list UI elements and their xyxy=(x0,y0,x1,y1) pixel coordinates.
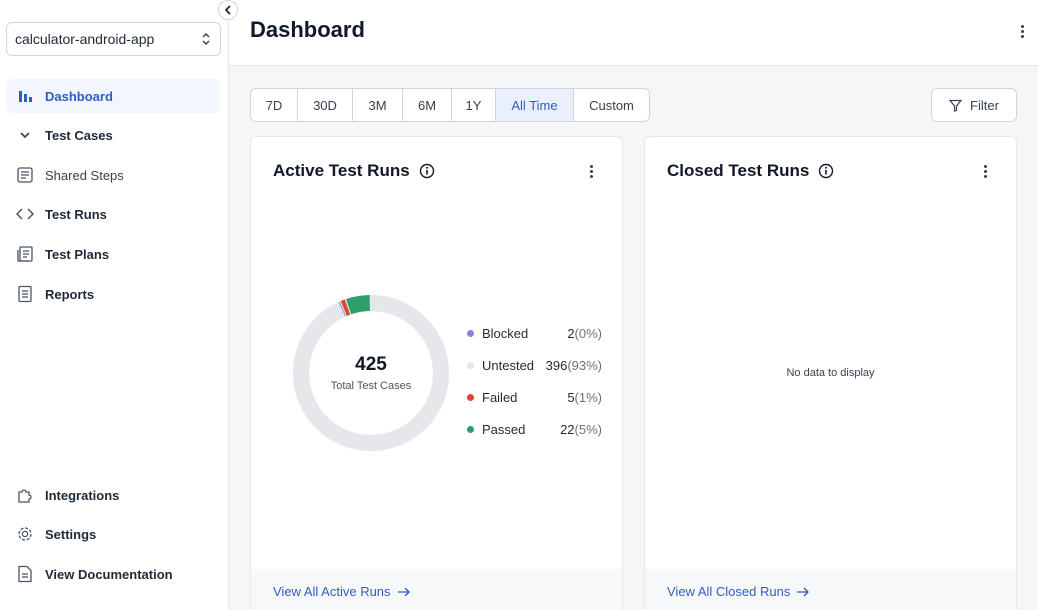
document-icon xyxy=(14,563,36,585)
card-more-options-icon[interactable] xyxy=(583,161,599,181)
legend-count: 22 xyxy=(560,421,575,437)
legend-percent: (1%) xyxy=(574,389,602,405)
link-text: View All Active Runs xyxy=(273,584,391,599)
chevron-updown-icon xyxy=(200,31,212,47)
document-stack-icon xyxy=(14,243,36,265)
project-select[interactable]: calculator-android-app xyxy=(6,22,221,56)
closed-test-runs-card: Closed Test Runs No data to display View… xyxy=(644,136,1017,610)
legend-item-untested: Untested 396 (93%) xyxy=(467,349,602,381)
more-options-icon[interactable] xyxy=(1014,21,1030,41)
sidebar-item-test-runs[interactable]: Test Runs xyxy=(6,197,220,231)
legend-name: Untested xyxy=(482,357,535,373)
sidebar-item-label: Test Runs xyxy=(45,206,107,222)
active-test-runs-card: Active Test Runs 425 Total Test Cases Bl… xyxy=(250,136,623,610)
range-3m-button[interactable]: 3M xyxy=(353,89,403,121)
range-all-time-button[interactable]: All Time xyxy=(496,89,574,121)
chevron-down-icon xyxy=(14,124,36,146)
arrow-right-icon xyxy=(796,587,810,597)
card-footer: View All Active Runs xyxy=(251,569,622,610)
sidebar-item-label: Integrations xyxy=(45,487,120,503)
sidebar-item-label: Settings xyxy=(45,526,97,542)
range-7d-button[interactable]: 7D xyxy=(251,89,298,121)
legend-dot xyxy=(467,425,474,433)
report-icon xyxy=(14,283,36,305)
bar-chart-icon xyxy=(14,85,36,107)
card-title-text: Active Test Runs xyxy=(273,161,410,180)
legend-count: 5 xyxy=(567,389,575,405)
card-title: Closed Test Runs xyxy=(667,161,834,181)
legend-name: Failed xyxy=(482,389,518,405)
range-6m-button[interactable]: 6M xyxy=(403,89,452,121)
page-title: Dashboard xyxy=(250,17,365,42)
range-custom-button[interactable]: Custom xyxy=(574,89,649,121)
filter-icon xyxy=(949,99,963,112)
total-test-cases-label: Total Test Cases xyxy=(330,380,412,392)
sidebar-item-settings[interactable]: Settings xyxy=(6,517,220,551)
legend-name: Blocked xyxy=(482,325,529,341)
code-brackets-icon xyxy=(14,203,36,225)
info-icon[interactable] xyxy=(818,163,834,179)
legend-percent: (5%) xyxy=(574,421,602,437)
puzzle-icon xyxy=(14,484,36,506)
filter-label: Filter xyxy=(970,97,999,113)
card-title-text: Closed Test Runs xyxy=(667,161,810,180)
view-all-closed-runs-link[interactable]: View All Closed Runs xyxy=(667,584,810,599)
sidebar-item-label: Test Plans xyxy=(45,246,110,262)
legend-item-failed: Failed 5 (1%) xyxy=(467,381,602,413)
sidebar-item-shared-steps[interactable]: Shared Steps xyxy=(6,158,220,192)
sidebar-item-test-plans[interactable]: Test Plans xyxy=(6,237,220,271)
empty-state-text: No data to display xyxy=(786,367,875,379)
legend-name: Passed xyxy=(482,421,526,437)
sidebar-item-label: View Documentation xyxy=(45,566,173,582)
top-bar: Dashboard xyxy=(229,0,1038,66)
legend-percent: (93%) xyxy=(567,357,602,373)
donut-chart: 425 Total Test Cases xyxy=(291,293,451,453)
legend-count: 396 xyxy=(545,357,568,373)
collapse-sidebar-button[interactable] xyxy=(218,0,238,20)
main-content: Dashboard 7D 30D 3M 6M 1Y All Time Custo… xyxy=(229,0,1038,610)
legend-item-passed: Passed 22 (5%) xyxy=(467,413,602,445)
sidebar-item-label: Reports xyxy=(45,286,95,302)
sidebar-item-label: Test Cases xyxy=(45,127,113,143)
sidebar-item-test-cases[interactable]: Test Cases xyxy=(6,118,220,152)
view-all-active-runs-link[interactable]: View All Active Runs xyxy=(273,584,411,599)
range-1y-button[interactable]: 1Y xyxy=(452,89,496,121)
legend-count: 2 xyxy=(567,325,575,341)
sidebar-item-label: Shared Steps xyxy=(45,167,124,183)
total-test-cases-value: 425 xyxy=(355,354,387,375)
gear-icon xyxy=(14,523,36,545)
sidebar-item-label: Dashboard xyxy=(45,88,113,104)
sidebar-item-reports[interactable]: Reports xyxy=(6,277,220,311)
range-30d-button[interactable]: 30D xyxy=(298,89,353,121)
chevron-left-icon xyxy=(224,5,232,15)
info-icon[interactable] xyxy=(419,163,435,179)
filter-button[interactable]: Filter xyxy=(931,88,1017,122)
card-more-options-icon[interactable] xyxy=(977,161,993,181)
card-footer: View All Closed Runs xyxy=(645,569,1016,610)
legend-dot xyxy=(467,361,474,369)
project-name: calculator-android-app xyxy=(15,31,155,47)
card-title: Active Test Runs xyxy=(273,161,435,181)
legend-dot xyxy=(467,329,474,337)
sidebar-item-dashboard[interactable]: Dashboard xyxy=(6,79,220,113)
legend-item-blocked: Blocked 2 (0%) xyxy=(467,317,602,349)
legend-dot xyxy=(467,393,474,401)
chart-legend: Blocked 2 (0%) Untested 396 (93%) Failed… xyxy=(467,317,602,445)
arrow-right-icon xyxy=(397,587,411,597)
sidebar: calculator-android-app Dashboard Test Ca… xyxy=(0,0,229,610)
steps-list-icon xyxy=(14,164,36,186)
sidebar-item-integrations[interactable]: Integrations xyxy=(6,478,220,512)
date-range-group: 7D 30D 3M 6M 1Y All Time Custom xyxy=(250,88,650,122)
link-text: View All Closed Runs xyxy=(667,584,791,599)
sidebar-item-documentation[interactable]: View Documentation xyxy=(6,557,220,591)
legend-percent: (0%) xyxy=(574,325,602,341)
